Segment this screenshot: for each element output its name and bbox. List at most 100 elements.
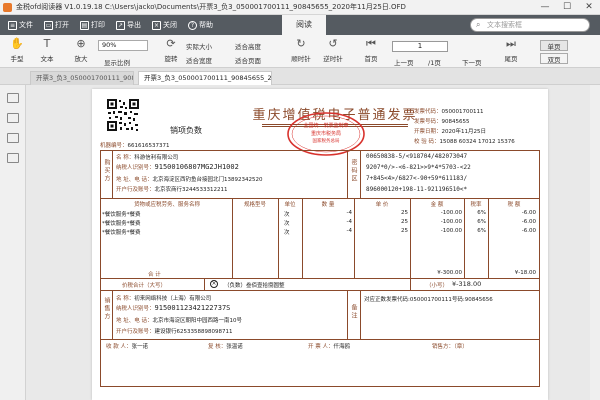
header-tax: 税 额 xyxy=(507,202,521,208)
payee-value: 张一诺 xyxy=(131,344,149,350)
buyer-bank-value: 北京农商行3244533312211 xyxy=(154,187,228,193)
menu-close-label: 关闭 xyxy=(163,21,177,29)
buyer-address: 地 址、电 话：北京海淀区西钓鱼台接园北门13892342520 xyxy=(116,175,263,183)
seller-name: 名 称：初来网络科技（上海）有限公司 xyxy=(116,294,211,302)
next-page-button[interactable]: 下一页 xyxy=(462,57,482,67)
invoice-number: 发票号码：90845655 xyxy=(414,117,470,125)
actual-size-button[interactable]: 实际大小 xyxy=(186,41,212,51)
close-window-button[interactable]: ✕ xyxy=(578,0,600,15)
item-3-qty: -4 xyxy=(346,228,352,234)
hand-tool-button[interactable]: ✋ 手型 xyxy=(6,37,28,63)
double-page-button[interactable]: 双页 xyxy=(540,53,568,64)
item-1-amount: -100.00 xyxy=(440,210,462,216)
cipher-line-2: 9207*0/>-<6-821>>9*4*5703-<22 xyxy=(366,164,471,171)
single-page-button[interactable]: 单页 xyxy=(540,40,568,51)
col-divider-5 xyxy=(410,198,411,290)
page-total: /1页 xyxy=(428,59,441,67)
fit-width-button[interactable]: 适合宽度 xyxy=(186,55,212,65)
rotate-icon: ⟳ xyxy=(166,37,176,50)
zoom-select[interactable]: 90% xyxy=(98,40,148,51)
invoice-check-code: 校 验 码：15088 60324 17012 15376 xyxy=(414,137,515,145)
menu-help[interactable]: ? 帮助 xyxy=(188,15,213,35)
reviewer: 复 核：张温诺 xyxy=(208,342,243,350)
seller-name-value: 初来网络科技（上海）有限公司 xyxy=(134,296,212,302)
invoice-check-value: 15088 60324 17012 15376 xyxy=(439,139,515,145)
last-page-button[interactable]: ⏭ 尾页 xyxy=(500,37,522,63)
buyer-tax-label: 纳税人识别号： xyxy=(116,165,155,171)
row-divider-4 xyxy=(100,339,540,340)
seller-bank-value: 建设银行6253358898098711 xyxy=(154,329,233,335)
seal-line-1: 全国统一发票监制章 xyxy=(303,123,349,129)
total-label: 合 计 xyxy=(148,272,161,278)
invoice-code-value: 050001700111 xyxy=(441,109,484,115)
last-page-icon: ⏭ xyxy=(506,37,516,50)
fit-page-button[interactable]: 适合页面 xyxy=(235,55,261,65)
cipher-side-label: 密码区 xyxy=(350,159,357,183)
rotate-button[interactable]: ⟳ 旋转 xyxy=(160,37,182,63)
first-page-label: 首页 xyxy=(364,55,378,63)
tab-document-2[interactable]: 开票3_负3_050001700111_90845655_2020年11月25日… xyxy=(138,71,272,85)
thumbnail-icon[interactable] xyxy=(7,93,19,103)
buyer-name-label: 名 称： xyxy=(116,155,135,161)
show-ratio-label: 显示比例 xyxy=(104,59,130,67)
menu-open[interactable]: ▭ 打开 xyxy=(44,15,69,35)
drawer-value: 仟海鸥 xyxy=(333,344,351,350)
header-qty: 数 量 xyxy=(321,202,335,208)
seller-bank-label: 开户行及账号： xyxy=(116,329,155,335)
cipher-line-3: 7+845<4>/6827<-90+59*611183/ xyxy=(366,175,468,182)
maximize-button[interactable]: ☐ xyxy=(556,0,578,15)
text-cursor-icon: T xyxy=(43,37,51,50)
item-3-tax: -6.00 xyxy=(521,228,536,234)
invoice-date-value: 2020年11月25日 xyxy=(441,129,487,135)
first-page-button[interactable]: ⏮ 首页 xyxy=(360,37,382,63)
buyer-address-label: 地 址、电 话： xyxy=(116,177,153,183)
window-title: 金税ofd阅读器 V1.0.19.18 C:\Users\jacko\Docum… xyxy=(16,3,406,11)
annotation-icon[interactable] xyxy=(7,153,19,163)
row-divider-2 xyxy=(100,278,540,279)
tab-read[interactable]: 阅读 xyxy=(282,15,326,35)
grand-total-words: （负数）叁佰壹拾捌圆整 xyxy=(224,283,285,289)
invoice-code: 发票代码：050001700111 xyxy=(414,107,484,115)
ccw-label: 逆时针 xyxy=(323,55,343,63)
payee: 收 款 人：张一诺 xyxy=(106,342,148,350)
col-divider-2 xyxy=(278,198,279,278)
remark-divider-right xyxy=(360,290,361,339)
invoice-date-label: 开票日期： xyxy=(414,129,442,135)
col-divider-7 xyxy=(488,198,489,278)
export-icon: ↗ xyxy=(116,20,125,30)
total-tax: ¥-18.00 xyxy=(514,270,536,276)
attachment-icon[interactable] xyxy=(7,133,19,143)
remark-side-label: 备注 xyxy=(350,304,357,320)
rotate-ccw-button[interactable]: ↺ 逆时针 xyxy=(322,37,344,63)
hand-icon: ✋ xyxy=(10,37,24,50)
cipher-divider-right xyxy=(360,150,361,198)
total-amount: ¥-300.00 xyxy=(437,270,462,276)
drawer-label: 开 票 人： xyxy=(308,344,334,350)
invoice-code-label: 发票代码： xyxy=(414,109,442,115)
cipher-line-4: 896000120+198-11-921196510<* xyxy=(366,186,468,193)
page-number-input[interactable]: 1 xyxy=(392,41,448,52)
seller-address-label: 地 址、电 话： xyxy=(116,318,153,324)
menu-export-label: 导出 xyxy=(127,21,141,29)
search-input[interactable]: 文本搜索框 xyxy=(470,18,590,32)
menu-file[interactable]: ≡ 文件 xyxy=(8,15,33,35)
vertical-scrollbar[interactable] xyxy=(590,85,600,400)
fit-height-button[interactable]: 适合高度 xyxy=(235,41,261,51)
item-1-unit: 次 xyxy=(284,212,290,218)
menu-export[interactable]: ↗ 导出 xyxy=(116,15,141,35)
rotate-cw-button[interactable]: ↻ 顺时针 xyxy=(290,37,312,63)
tab-document-1[interactable]: 开票3_负3_050001700111_90845655_2020年11月25日… xyxy=(30,71,134,85)
minimize-button[interactable]: — xyxy=(534,0,556,15)
seller-tax-value: 91500112342122737S xyxy=(154,304,231,312)
seller-name-label: 名 称： xyxy=(116,296,135,302)
header-unit: 单位 xyxy=(284,202,296,208)
menu-close[interactable]: × 关闭 xyxy=(152,15,177,35)
item-3-amount: -100.00 xyxy=(440,228,462,234)
text-tool-button[interactable]: T 文本 xyxy=(36,37,58,63)
bookmark-icon[interactable] xyxy=(7,113,19,123)
menu-print[interactable]: ▤ 打印 xyxy=(80,15,105,35)
buyer-tax-id: 纳税人识别号：91500106807MG2JH1002 xyxy=(116,163,239,171)
zoom-in-button[interactable]: ⊕ 放大 xyxy=(70,37,92,63)
last-page-label: 尾页 xyxy=(504,55,518,63)
prev-page-button[interactable]: 上一页 xyxy=(394,57,414,67)
